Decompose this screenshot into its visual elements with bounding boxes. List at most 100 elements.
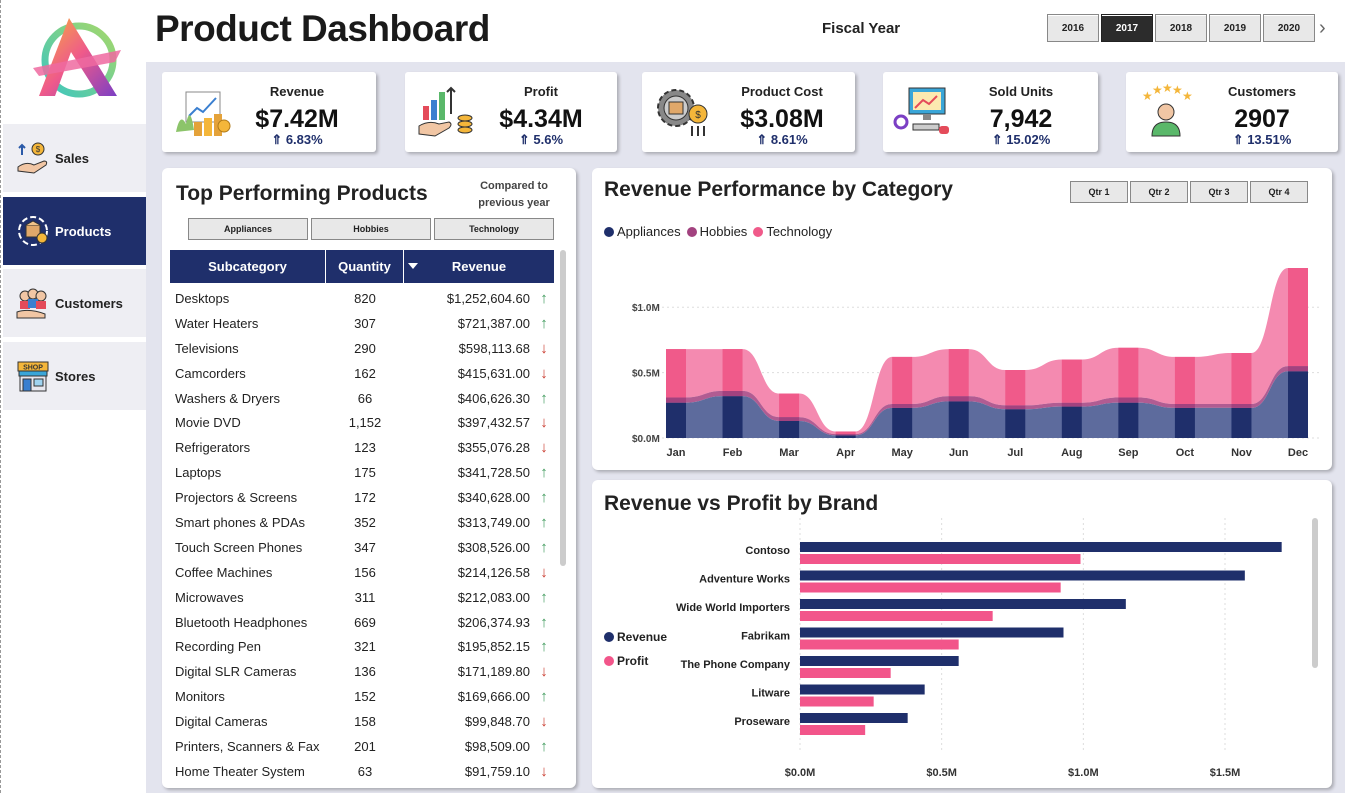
category-button[interactable]: Hobbies bbox=[311, 218, 431, 240]
bar-appliances[interactable] bbox=[892, 407, 913, 438]
year-button[interactable]: 2018 bbox=[1155, 14, 1207, 42]
bar-appliances[interactable] bbox=[779, 421, 800, 438]
bar-hobbies[interactable] bbox=[1118, 397, 1139, 403]
table-row[interactable]: Water Heaters 307 $721,387.00 ↑ bbox=[170, 311, 554, 336]
table-row[interactable]: Digital Cameras 158 $99,848.70 ↓ bbox=[170, 709, 554, 734]
column-header-sorted[interactable]: Revenue bbox=[404, 250, 554, 283]
bar-hobbies[interactable] bbox=[1005, 405, 1026, 410]
table-row[interactable]: Televisions 290 $598,113.68 ↓ bbox=[170, 336, 554, 361]
table-row[interactable]: Digital SLR Cameras 136 $171,189.80 ↓ bbox=[170, 659, 554, 684]
bar-revenue[interactable] bbox=[800, 570, 1245, 581]
bar-revenue[interactable] bbox=[800, 656, 959, 666]
bar-technology[interactable] bbox=[948, 349, 969, 397]
year-button[interactable]: 2016 bbox=[1047, 14, 1099, 42]
table-row[interactable]: Bluetooth Headphones 669 $206,374.93 ↑ bbox=[170, 610, 554, 635]
nav-products[interactable]: Products bbox=[3, 197, 147, 265]
year-button[interactable]: 2019 bbox=[1209, 14, 1261, 42]
bar-technology[interactable] bbox=[666, 349, 686, 398]
nav-customers[interactable]: Customers bbox=[3, 269, 147, 337]
year-button[interactable]: 2020 bbox=[1263, 14, 1315, 42]
table-scrollbar[interactable] bbox=[560, 250, 566, 566]
bar-appliances[interactable] bbox=[1005, 409, 1026, 438]
year-slicer: 2016 2017 2018 2019 2020 bbox=[1047, 14, 1317, 42]
bar-appliances[interactable] bbox=[1118, 402, 1139, 438]
nav-stores[interactable]: SHOP Stores bbox=[3, 342, 147, 410]
table-row[interactable]: Smart phones & PDAs 352 $313,749.00 ↑ bbox=[170, 510, 554, 535]
bar-appliances[interactable] bbox=[666, 402, 686, 438]
bar-revenue[interactable] bbox=[800, 542, 1282, 552]
table-row[interactable]: Camcorders 162 $415,631.00 ↓ bbox=[170, 361, 554, 386]
bar-hobbies[interactable] bbox=[722, 390, 743, 397]
bar-revenue[interactable] bbox=[800, 713, 908, 723]
bar-appliances[interactable] bbox=[1061, 406, 1082, 438]
bar-profit[interactable] bbox=[800, 696, 874, 707]
table-row[interactable]: Projectors & Screens 172 $340,628.00 ↑ bbox=[170, 485, 554, 510]
bar-hobbies[interactable] bbox=[1174, 404, 1195, 408]
column-header[interactable]: Quantity bbox=[326, 250, 404, 283]
y-tick-label: Contoso bbox=[745, 545, 790, 557]
category-area-chart[interactable]: $0.0M $0.5M $1.0M Jan Feb Mar Apr May Jun Jul Aug S… bbox=[592, 168, 1332, 470]
table-row[interactable]: Movie DVD 1,152 $397,432.57 ↓ bbox=[170, 410, 554, 435]
bar-appliances[interactable] bbox=[835, 435, 856, 438]
arrow-down-icon: ↓ bbox=[540, 339, 548, 357]
brand-bar-chart[interactable]: $0.0M $0.5M $1.0M $1.5M Contoso Adventure Wor… bbox=[592, 480, 1332, 788]
table-row[interactable]: Recording Pen 321 $195,852.15 ↑ bbox=[170, 634, 554, 659]
bar-appliances[interactable] bbox=[1288, 371, 1308, 438]
bar-technology[interactable] bbox=[1174, 356, 1195, 404]
table-row[interactable]: Refrigerators 123 $355,076.28 ↓ bbox=[170, 435, 554, 460]
bar-appliances[interactable] bbox=[1174, 407, 1195, 438]
subcategory-cell: Digital Cameras bbox=[175, 714, 268, 730]
subcategory-cell: Touch Screen Phones bbox=[175, 539, 303, 555]
bar-technology[interactable] bbox=[1288, 268, 1308, 367]
year-button[interactable]: 2017 bbox=[1101, 14, 1153, 42]
bar-technology[interactable] bbox=[1118, 347, 1139, 398]
bar-appliances[interactable] bbox=[948, 401, 969, 438]
nav-sales[interactable]: $ Sales bbox=[3, 124, 147, 192]
bar-profit[interactable] bbox=[800, 554, 1081, 564]
column-header[interactable]: Subcategory bbox=[170, 250, 326, 283]
bar-technology[interactable] bbox=[722, 349, 743, 391]
bar-revenue[interactable] bbox=[800, 684, 925, 695]
table-row[interactable]: Touch Screen Phones 347 $308,526.00 ↑ bbox=[170, 535, 554, 560]
chevron-right-icon[interactable]: › bbox=[1319, 17, 1326, 40]
bar-profit[interactable] bbox=[800, 611, 993, 621]
bar-hobbies[interactable] bbox=[779, 417, 800, 421]
cost-gear-icon: $ bbox=[657, 89, 708, 136]
table-row[interactable]: Monitors 152 $169,666.00 ↑ bbox=[170, 684, 554, 709]
bar-hobbies[interactable] bbox=[1288, 366, 1308, 372]
bar-technology[interactable] bbox=[892, 356, 913, 404]
bar-appliances[interactable] bbox=[722, 396, 743, 438]
table-row[interactable]: Printers, Scanners & Fax 201 $98,509.00 ↑ bbox=[170, 734, 554, 759]
bar-technology[interactable] bbox=[835, 431, 856, 435]
bar-hobbies[interactable] bbox=[835, 434, 856, 436]
table-row[interactable]: Microwaves 311 $212,083.00 ↑ bbox=[170, 585, 554, 610]
category-button[interactable]: Appliances bbox=[188, 218, 308, 240]
bar-profit[interactable] bbox=[800, 725, 866, 735]
nav-label: Stores bbox=[55, 368, 96, 384]
arrow-up-icon: ↑ bbox=[540, 513, 548, 531]
bar-hobbies[interactable] bbox=[892, 404, 913, 408]
bar-technology[interactable] bbox=[1061, 359, 1082, 403]
bar-hobbies[interactable] bbox=[1061, 402, 1082, 407]
quantity-cell: 347 bbox=[354, 539, 376, 555]
table-row[interactable]: Desktops 820 $1,252,604.60 ↑ bbox=[170, 286, 554, 311]
bar-technology[interactable] bbox=[1231, 353, 1252, 404]
table-row[interactable]: Home Theater System 63 $91,759.10 ↓ bbox=[170, 759, 554, 784]
bar-profit[interactable] bbox=[800, 668, 891, 678]
svg-text:$: $ bbox=[695, 110, 701, 121]
table-row[interactable]: Laptops 175 $341,728.50 ↑ bbox=[170, 460, 554, 485]
bar-profit[interactable] bbox=[800, 639, 959, 650]
bar-hobbies[interactable] bbox=[948, 396, 969, 402]
table-row[interactable]: Washers & Dryers 66 $406,626.30 ↑ bbox=[170, 386, 554, 411]
bar-technology[interactable] bbox=[779, 393, 800, 418]
bar-hobbies[interactable] bbox=[666, 397, 686, 403]
bar-revenue[interactable] bbox=[800, 627, 1064, 638]
table-row[interactable]: Coffee Machines 156 $214,126.58 ↓ bbox=[170, 560, 554, 585]
bar-profit[interactable] bbox=[800, 582, 1061, 593]
bar-hobbies[interactable] bbox=[1231, 404, 1252, 408]
bar-revenue[interactable] bbox=[800, 599, 1126, 609]
bar-appliances[interactable] bbox=[1231, 407, 1252, 438]
category-button[interactable]: Technology bbox=[434, 218, 554, 240]
category-slicer: Appliances Hobbies Technology bbox=[188, 218, 557, 240]
bar-technology[interactable] bbox=[1005, 370, 1026, 406]
